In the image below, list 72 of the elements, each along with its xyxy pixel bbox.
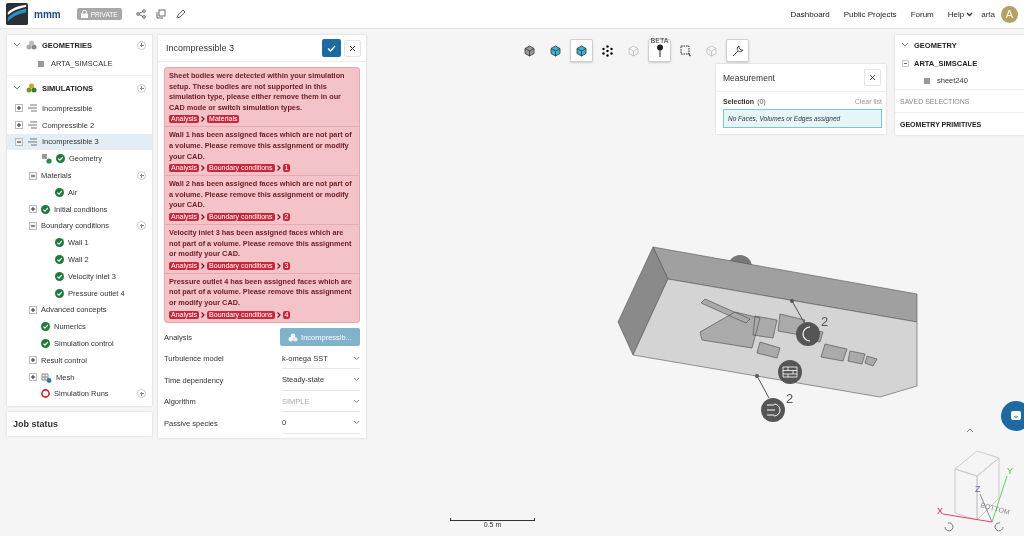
confirm-button[interactable] — [322, 39, 341, 57]
share-icon[interactable] — [135, 9, 146, 19]
expander-icon[interactable] — [29, 205, 37, 214]
chevron-icon[interactable] — [901, 42, 909, 48]
check-icon — [327, 44, 336, 52]
chat-button[interactable] — [1001, 401, 1024, 431]
geometry-icon — [26, 40, 37, 50]
logo-icon — [6, 3, 28, 25]
toolbar-button[interactable] — [726, 39, 749, 62]
add-icon[interactable] — [137, 389, 146, 399]
collapse-icon[interactable] — [902, 60, 909, 67]
close-icon — [349, 44, 356, 52]
expander-icon[interactable] — [29, 373, 37, 382]
nav-link[interactable]: Dashboard — [790, 9, 830, 19]
box-select-icon — [679, 44, 692, 57]
add-icon[interactable] — [137, 171, 146, 181]
add-icon[interactable] — [137, 40, 146, 50]
lines-icon — [27, 138, 38, 146]
caret-icon — [353, 355, 360, 361]
inlet-marker-icon[interactable] — [755, 374, 785, 422]
add-icon[interactable] — [137, 83, 146, 93]
caret-icon — [353, 398, 360, 404]
part-icon — [37, 58, 46, 68]
3d-viewport[interactable] — [0, 29, 1024, 536]
lines-icon — [27, 121, 38, 130]
caret-icon — [353, 420, 360, 426]
help-menu[interactable]: Help — [947, 9, 974, 19]
chevron-icon[interactable] — [13, 85, 21, 91]
nav-link[interactable]: Forum — [910, 9, 934, 19]
vertices-icon — [602, 44, 613, 57]
expander-icon[interactable] — [15, 138, 23, 146]
panel-title: Incompressible 3 — [166, 43, 236, 53]
user-name[interactable]: arta — [981, 9, 995, 19]
cube-icon — [706, 44, 717, 57]
expander-icon[interactable] — [15, 121, 23, 130]
lines-icon — [27, 104, 38, 113]
count-label: 2 — [786, 391, 794, 406]
close-button[interactable] — [344, 39, 361, 57]
nav-link[interactable]: Public Projects — [843, 9, 897, 19]
add-icon[interactable] — [137, 221, 146, 231]
part-icon — [923, 76, 932, 85]
marker-icon[interactable] — [790, 299, 820, 346]
expander-icon[interactable] — [29, 221, 37, 230]
expander-icon[interactable] — [29, 171, 37, 180]
caret-icon — [353, 377, 360, 383]
caret-icon — [966, 11, 974, 17]
chat-icon — [1010, 410, 1022, 422]
mesh-icon — [41, 371, 52, 383]
expander-icon[interactable] — [15, 104, 23, 113]
toolbar-button[interactable] — [570, 39, 593, 62]
cube-icon — [628, 44, 639, 57]
geometry-icon — [41, 153, 52, 165]
wrench-icon — [731, 44, 744, 57]
copy-icon[interactable] — [155, 9, 166, 19]
expander-icon[interactable] — [29, 356, 37, 365]
count-label: 2 — [821, 314, 829, 329]
expander-icon[interactable] — [29, 305, 37, 314]
cube-icon — [524, 44, 535, 57]
project-name[interactable]: mmm — [34, 8, 61, 20]
close-button[interactable] — [864, 69, 881, 86]
lock-icon — [80, 10, 88, 18]
panel-title: Measurement — [723, 72, 775, 83]
wall-marker-icon[interactable] — [778, 360, 802, 384]
cube-icon — [550, 44, 561, 57]
close-icon — [869, 74, 876, 81]
simulation-icon — [26, 83, 37, 93]
panel-title: Job status — [13, 419, 58, 430]
cube-icon — [576, 44, 587, 57]
analysis-icon — [288, 332, 299, 342]
chevron-icon[interactable] — [13, 42, 21, 48]
pin-icon — [655, 43, 664, 58]
pencil-icon[interactable] — [175, 9, 186, 19]
